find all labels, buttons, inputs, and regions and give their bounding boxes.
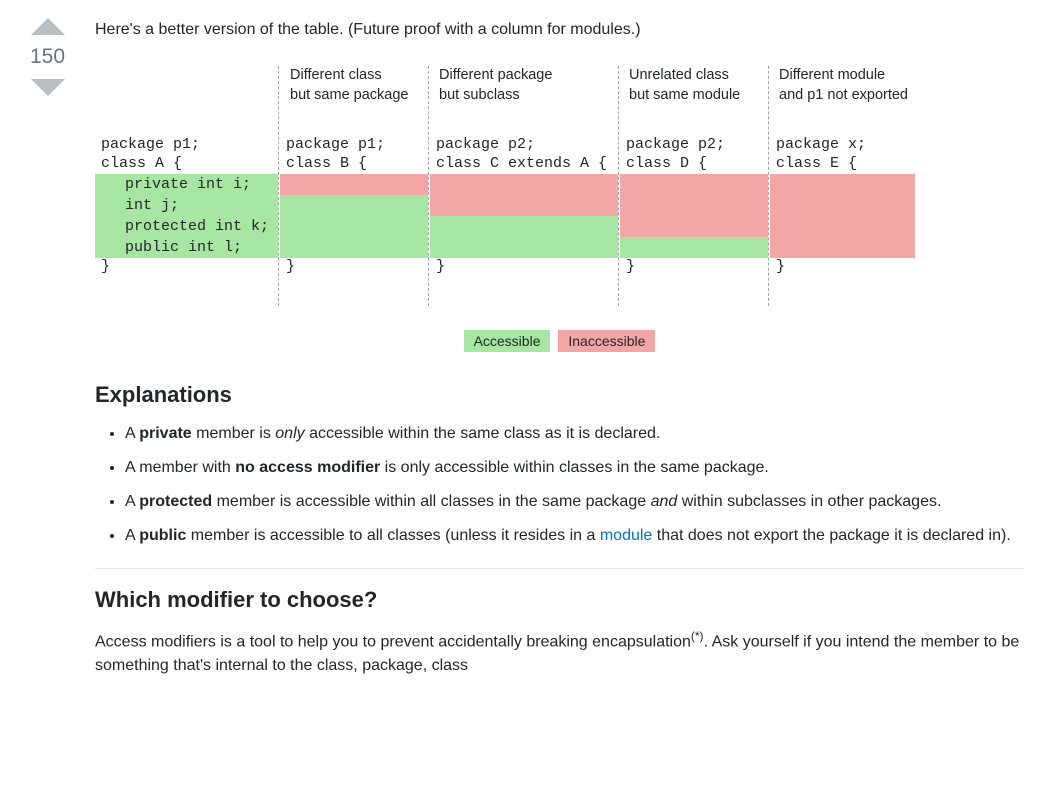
cell-inaccessible — [620, 216, 768, 237]
text-strong: public — [139, 527, 186, 544]
which-modifier-heading: Which modifier to choose? — [95, 587, 1024, 613]
cell-inaccessible — [620, 174, 768, 195]
section-divider — [95, 568, 1024, 569]
class-close: } — [770, 258, 915, 277]
text-strong: protected — [139, 493, 212, 510]
header-line: and p1 not exported — [779, 87, 908, 103]
cell-inaccessible — [770, 174, 915, 195]
list-item: A protected member is accessible within … — [125, 490, 1024, 514]
text: member is accessible to all classes (unl… — [186, 527, 600, 544]
class-close: } — [280, 258, 428, 277]
class-close: } — [95, 258, 278, 277]
class-column-e: package x; class E { } — [770, 136, 915, 276]
class-decl: class D { — [620, 155, 768, 174]
class-close: } — [430, 258, 618, 277]
list-item: A member with no access modifier is only… — [125, 456, 1024, 480]
text-em: and — [651, 493, 678, 510]
legend: Accessible Inaccessible — [95, 330, 1024, 352]
divider-line — [618, 66, 619, 306]
cell-inaccessible — [620, 195, 768, 216]
text: A — [125, 527, 139, 544]
class-decl: class B { — [280, 155, 428, 174]
which-modifier-paragraph: Access modifiers is a tool to help you t… — [95, 627, 1024, 678]
explanations-list: A private member is only accessible with… — [95, 422, 1024, 548]
divider-line — [768, 66, 769, 306]
text: is only accessible within classes in the… — [380, 459, 769, 476]
cell-accessible — [280, 237, 428, 258]
column-header: Different module and p1 not exported — [779, 66, 908, 105]
header-line: but subclass — [439, 87, 520, 103]
member-default: int j; — [95, 195, 278, 216]
text: A — [125, 425, 139, 442]
text-strong: no access modifier — [235, 459, 380, 476]
package-decl: package p2; — [430, 136, 618, 155]
column-header: Unrelated class but same module — [629, 66, 740, 105]
cell-accessible — [280, 216, 428, 237]
member-protected: protected int k; — [95, 216, 278, 237]
member-public: public int l; — [95, 237, 278, 258]
legend-inaccessible: Inaccessible — [558, 330, 655, 352]
text: Access modifiers is a tool to help you t… — [95, 633, 691, 650]
cell-inaccessible — [770, 237, 915, 258]
cell-accessible — [430, 216, 618, 237]
class-column-c: package p2; class C extends A { } — [430, 136, 618, 276]
header-line: Unrelated class — [629, 67, 729, 83]
list-item: A public member is accessible to all cla… — [125, 524, 1024, 548]
header-line: but same package — [290, 87, 409, 103]
cell-inaccessible — [430, 195, 618, 216]
text-em: only — [275, 425, 304, 442]
text: within subclasses in other packages. — [677, 493, 941, 510]
header-line: Different package — [439, 67, 552, 83]
downvote-arrow-icon[interactable] — [31, 79, 65, 96]
text-strong: private — [139, 425, 191, 442]
legend-accessible: Accessible — [464, 330, 551, 352]
divider-line — [278, 66, 279, 306]
text: that does not export the package it is d… — [652, 527, 1010, 544]
module-link[interactable]: module — [600, 527, 652, 544]
cell-inaccessible — [280, 174, 428, 195]
text: A — [125, 493, 139, 510]
list-item: A private member is only accessible with… — [125, 422, 1024, 446]
cell-inaccessible — [430, 174, 618, 195]
column-header: Different class but same package — [290, 66, 409, 105]
package-decl: package p2; — [620, 136, 768, 155]
class-column-b: package p1; class B { } — [280, 136, 428, 276]
intro-text: Here's a better version of the table. (F… — [95, 18, 1024, 42]
class-column-a: package p1; class A { private int i; int… — [95, 136, 278, 276]
cell-accessible — [430, 237, 618, 258]
class-decl: class C extends A { — [430, 155, 618, 174]
text: member is — [192, 425, 276, 442]
text: accessible within the same class as it i… — [305, 425, 661, 442]
cell-accessible — [280, 195, 428, 216]
header-line: but same module — [629, 87, 740, 103]
cell-inaccessible — [770, 216, 915, 237]
text: member is accessible within all classes … — [212, 493, 650, 510]
class-column-d: package p2; class D { } — [620, 136, 768, 276]
class-decl: class A { — [95, 155, 278, 174]
text: A member with — [125, 459, 235, 476]
explanations-heading: Explanations — [95, 382, 1024, 408]
divider-line — [428, 66, 429, 306]
class-decl: class E { — [770, 155, 915, 174]
package-decl: package p1; — [280, 136, 428, 155]
vote-column: 150 — [20, 18, 75, 96]
upvote-arrow-icon[interactable] — [31, 18, 65, 35]
answer-body: Here's a better version of the table. (F… — [95, 18, 1024, 678]
column-header: Different package but subclass — [439, 66, 552, 105]
class-close: } — [620, 258, 768, 277]
package-decl: package x; — [770, 136, 915, 155]
member-private: private int i; — [95, 174, 278, 195]
header-line: Different class — [290, 67, 382, 83]
package-decl: package p1; — [95, 136, 278, 155]
cell-accessible — [620, 237, 768, 258]
vote-count: 150 — [30, 45, 65, 69]
cell-inaccessible — [770, 195, 915, 216]
footnote-marker: (*) — [691, 629, 704, 643]
header-line: Different module — [779, 67, 885, 83]
access-modifier-diagram: Different class but same package Differe… — [95, 66, 1024, 306]
